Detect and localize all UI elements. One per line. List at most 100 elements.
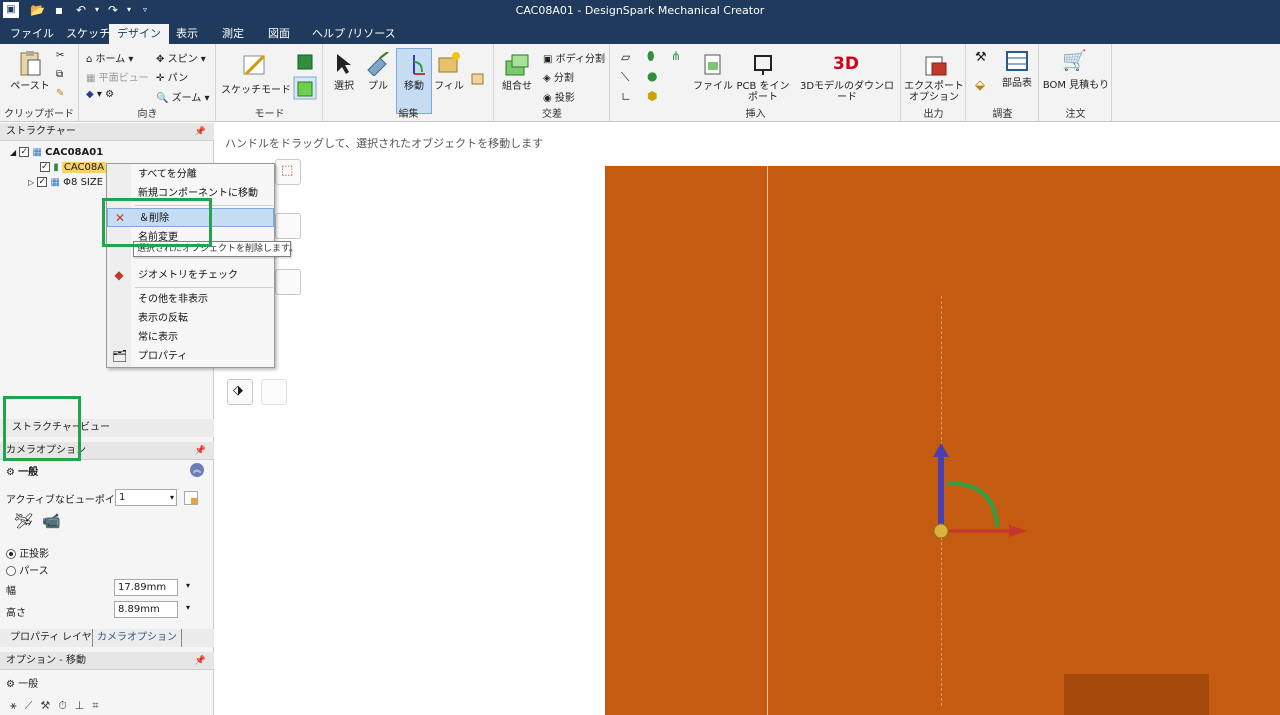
pin-icon[interactable]: 📌: [195, 652, 206, 670]
collapse-section-icon[interactable]: ︽: [190, 463, 204, 477]
pcb-import-button[interactable]: PCB をインポート: [735, 81, 791, 103]
width-dropdown-icon[interactable]: ▾: [186, 581, 190, 590]
tree-item[interactable]: ▷ ▦ Φ8 SIZE: [28, 175, 103, 190]
shell-icon[interactable]: ⬢: [647, 89, 657, 103]
cut-icon[interactable]: ✂: [56, 50, 64, 61]
section-mode-icon[interactable]: [295, 52, 315, 72]
cylinder-icon[interactable]: ⬮: [647, 49, 655, 64]
menu-item-hide-others[interactable]: その他を非表示: [107, 290, 274, 309]
tab-view[interactable]: 表示: [168, 24, 206, 44]
menu-item-properties[interactable]: 🗂 プロパティ: [107, 347, 274, 366]
tab-properties[interactable]: プロパティ: [6, 629, 63, 647]
orthographic-radio[interactable]: [6, 549, 16, 559]
move-handle[interactable]: [925, 441, 1035, 551]
mini-tool-complete[interactable]: ⬗: [227, 379, 253, 405]
tab-measure[interactable]: 測定: [214, 24, 252, 44]
mini-tool-2[interactable]: [275, 213, 301, 239]
select-arrow-icon[interactable]: [334, 52, 354, 76]
pull-button[interactable]: プル: [364, 81, 392, 92]
menu-item-check-geometry[interactable]: ◆ ジオメトリをチェック: [107, 266, 274, 285]
bom-table-button[interactable]: 部品表: [999, 78, 1035, 89]
width-field[interactable]: 17.89mm: [114, 579, 178, 596]
collapse-icon[interactable]: ▷: [28, 178, 34, 187]
copy-icon[interactable]: ⧉: [56, 69, 63, 80]
paste-icon[interactable]: [18, 50, 42, 78]
tab-drawing[interactable]: 図面: [260, 24, 298, 44]
fill-icon[interactable]: [436, 50, 462, 76]
part-feature-block[interactable]: [1064, 674, 1209, 715]
cart-icon[interactable]: 🛒: [1062, 48, 1087, 72]
bom-table-icon[interactable]: [1005, 50, 1029, 72]
insert-file-icon[interactable]: [701, 52, 725, 76]
perspective-option[interactable]: パース: [6, 562, 49, 577]
split-body-button[interactable]: ▣ ボディ分割: [543, 50, 605, 65]
zoom-button[interactable]: 🔍 ズーム ▾: [156, 89, 210, 104]
menu-item-invert-visibility[interactable]: 表示の反転: [107, 309, 274, 328]
snap-icon[interactable]: ⊥: [75, 699, 93, 712]
pcb-import-icon[interactable]: [751, 52, 775, 76]
menu-item-always-visible[interactable]: 常に表示: [107, 328, 274, 347]
visibility-checkbox[interactable]: [40, 160, 50, 175]
move-button[interactable]: 移動: [398, 81, 430, 92]
timer-icon[interactable]: ⏱: [58, 699, 75, 712]
anchor-icon[interactable]: ⚹: [10, 699, 25, 712]
combine-button[interactable]: 組合せ: [497, 81, 537, 92]
measure-tool-icon[interactable]: ⚒: [975, 50, 987, 65]
insert-file-button[interactable]: ファイル: [693, 81, 733, 92]
active-viewpoint-select[interactable]: 1 ▾: [115, 489, 177, 506]
design-canvas[interactable]: ハンドルをドラッグして、選択されたオブジェクトを移動します ⬚ ⬗: [215, 123, 1280, 715]
combine-icon[interactable]: [503, 52, 531, 78]
3d-mode-icon[interactable]: [293, 76, 317, 100]
check-tool-icon[interactable]: ⬙: [975, 78, 985, 93]
visibility-checkbox[interactable]: [19, 145, 30, 160]
move-icon[interactable]: [402, 52, 426, 76]
view-cube-button[interactable]: ◆ ▾ ⚙: [86, 89, 114, 100]
select-button[interactable]: 選択: [328, 81, 360, 92]
spin-button[interactable]: ✥ スピン ▾: [156, 50, 206, 65]
export-options-button[interactable]: エクスポートオプション: [904, 81, 964, 103]
height-dropdown-icon[interactable]: ▾: [186, 603, 190, 612]
format-painter-icon[interactable]: ✎: [56, 88, 64, 99]
tab-views[interactable]: ビュー: [76, 419, 114, 437]
plane-view-button[interactable]: ▦ 平面ビュー: [86, 69, 149, 84]
sketch-mode-button[interactable]: スケッチモード: [221, 85, 291, 96]
home-view-button[interactable]: ⌂ ホーム ▾: [86, 50, 133, 65]
split-button[interactable]: ◈ 分割: [543, 69, 574, 84]
tab-file[interactable]: ファイル: [2, 24, 62, 44]
export-icon[interactable]: [922, 52, 948, 78]
expand-icon[interactable]: ◢: [10, 148, 16, 157]
pull-icon[interactable]: [366, 52, 390, 76]
bom-quote-button[interactable]: BOM 見積もり: [1042, 80, 1110, 91]
camera-view-icon[interactable]: 🛩: [14, 512, 33, 530]
fill-button[interactable]: フィル: [434, 81, 464, 92]
visibility-checkbox[interactable]: [37, 175, 48, 190]
xyz-icon[interactable]: ⌗: [92, 699, 106, 712]
pan-button[interactable]: ✛ パン: [156, 69, 188, 84]
tab-design[interactable]: デザイン: [109, 24, 169, 44]
plane-icon[interactable]: ▱: [621, 50, 630, 64]
pattern-icon[interactable]: ⋔: [671, 49, 681, 63]
project-button[interactable]: ◉ 投影: [543, 89, 575, 104]
sketch-mode-icon[interactable]: [242, 52, 268, 78]
tab-camera-options[interactable]: カメラオプション: [92, 629, 182, 647]
tab-layers[interactable]: レイヤ: [58, 629, 96, 647]
sphere-icon[interactable]: ●: [647, 69, 657, 83]
viewpoint-options-icon[interactable]: [184, 491, 198, 505]
dimension-icon[interactable]: ⚒: [40, 699, 58, 712]
pin-icon[interactable]: 📌: [195, 123, 206, 141]
perspective-radio[interactable]: [6, 566, 16, 576]
ruler-icon[interactable]: ⟋: [25, 699, 41, 712]
move-general-section[interactable]: ⚙ 一般: [6, 675, 38, 690]
origin-icon[interactable]: ∟: [621, 90, 631, 104]
pin-icon[interactable]: 📌: [195, 442, 206, 460]
tab-help[interactable]: ヘルプ /リソース: [304, 24, 404, 44]
menu-item-detach-all[interactable]: すべてを分離: [107, 165, 274, 184]
mini-tool-select[interactable]: ⬚: [275, 159, 301, 185]
mini-tool-3[interactable]: [275, 269, 301, 295]
video-camera-icon[interactable]: 📹: [42, 512, 61, 530]
tree-item[interactable]: ▮ CAC08A: [40, 160, 107, 175]
paste-button[interactable]: ペースト: [6, 81, 54, 92]
3d-model-download-button[interactable]: 3Dモデルのダウンロード: [795, 81, 899, 103]
part-body[interactable]: [605, 166, 1280, 715]
general-section[interactable]: ⚙ 一般: [6, 463, 38, 478]
